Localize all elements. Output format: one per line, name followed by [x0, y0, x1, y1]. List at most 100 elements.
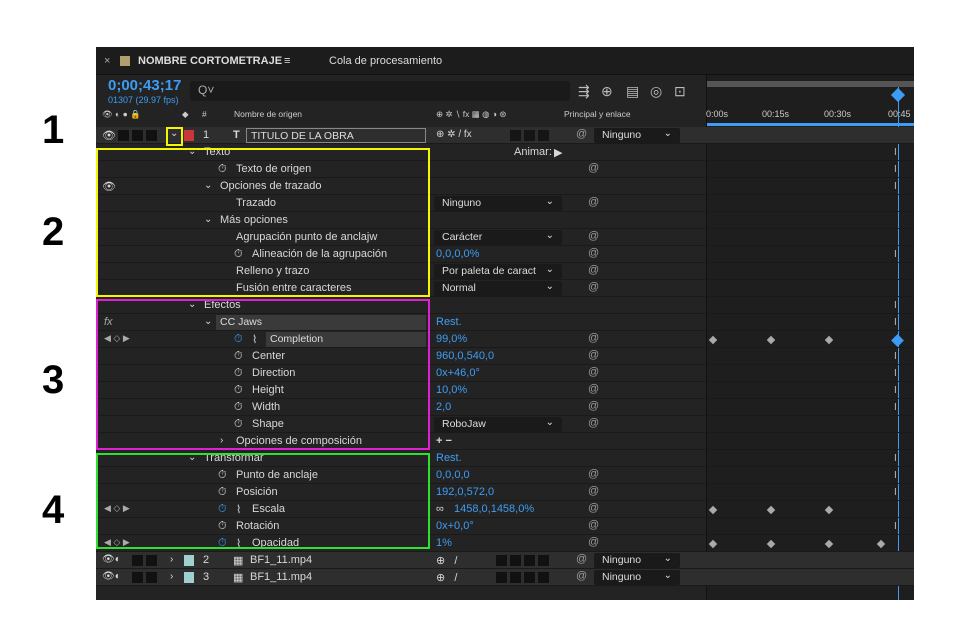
work-area-bar[interactable]	[707, 81, 914, 87]
group-texto[interactable]: Texto	[204, 146, 230, 158]
add-remove-mask-icon[interactable]: + −	[436, 435, 452, 447]
prop-width[interactable]: Width	[252, 401, 280, 413]
layer-switches-icon[interactable]: ⊕ /	[436, 554, 457, 567]
twirl-icon[interactable]: ⌄	[204, 180, 212, 191]
prop-height[interactable]: Height	[252, 384, 284, 396]
fx-icon[interactable]: fx	[104, 316, 113, 328]
prop-row[interactable]: Relleno y trazo Por paleta de caract ⌄ @	[96, 263, 914, 280]
prop-scale[interactable]: Escala	[252, 503, 285, 515]
playhead-handle[interactable]	[890, 87, 906, 103]
prop-row[interactable]: ⏱ Center 960,0,540,0 @	[96, 348, 914, 365]
group-more-options[interactable]: Más opciones	[220, 214, 288, 226]
tab-comp[interactable]: NOMBRE CORTOMETRAJE	[138, 55, 282, 67]
pickwhip-icon[interactable]: @	[588, 281, 599, 293]
graph-icon[interactable]: ⌇	[252, 333, 257, 346]
value-direction[interactable]: 0x+46,0°	[436, 367, 480, 379]
stopwatch-icon[interactable]: ⏱	[218, 163, 227, 176]
search-input[interactable]: Q˅	[190, 81, 570, 101]
stopwatch-active-icon[interactable]: ⏱	[218, 537, 227, 550]
pickwhip-icon[interactable]: @	[576, 570, 587, 582]
twirl-icon[interactable]: ⌄	[204, 214, 212, 225]
parent-select[interactable]: Ninguno ⌄	[594, 553, 680, 568]
lock-switch[interactable]	[146, 130, 157, 141]
prop-anchor-point[interactable]: Punto de anclaje	[236, 469, 318, 481]
switch-box[interactable]	[538, 555, 549, 566]
switch-box[interactable]	[496, 572, 507, 583]
value-height[interactable]: 10,0%	[436, 384, 467, 396]
switch-box[interactable]	[510, 130, 521, 141]
prop-row[interactable]: ⌄ Texto Animar: ▶	[96, 144, 914, 161]
pickwhip-icon[interactable]: @	[588, 485, 599, 497]
prop-row[interactable]: 👁 ⌄ Opciones de trazado	[96, 178, 914, 195]
prop-row[interactable]: ⏱ Width 2,0 @	[96, 399, 914, 416]
switch-box[interactable]	[496, 555, 507, 566]
prop-row[interactable]: ◀ ◇ ▶ ⏱ ⌇ Opacidad 1% @	[96, 535, 914, 552]
prop-row[interactable]: ⏱ Shape RoboJaw ⌄ @	[96, 416, 914, 433]
prop-grouping-alignment[interactable]: Alineación de la agrupación	[252, 248, 387, 260]
layer-row-1[interactable]: 👁 ⌄ 1 T TITULO DE LA OBRA ⊕ ✲ / fx @ Nin…	[96, 127, 914, 144]
prop-anchor-grouping[interactable]: Agrupación punto de anclajw	[236, 231, 377, 243]
lock-switch[interactable]	[146, 572, 157, 583]
layer-name[interactable]: TITULO DE LA OBRA	[246, 128, 426, 143]
chevron-right-icon[interactable]: ›	[220, 435, 223, 446]
prop-fill-stroke[interactable]: Relleno y trazo	[236, 265, 309, 277]
switch-box[interactable]	[538, 130, 549, 141]
twirl-icon[interactable]: ⌄	[204, 316, 212, 327]
value-opacity[interactable]: 1%	[436, 537, 452, 549]
keyframe-nav-icon[interactable]: ◀ ◇ ▶	[104, 503, 130, 514]
solo-switch[interactable]	[132, 572, 143, 583]
shy-icon[interactable]: ▤	[626, 83, 639, 100]
eye-audio-icon[interactable]: 👁◐	[102, 554, 121, 565]
prop-row[interactable]: ⏱ Punto de anclaje 0,0,0,0 @	[96, 467, 914, 484]
link-icon[interactable]: ∞	[436, 503, 444, 515]
stopwatch-icon[interactable]: ⏱	[234, 401, 243, 414]
group-path-options[interactable]: Opciones de trazado	[220, 180, 322, 192]
grouping-select[interactable]: Carácter ⌄	[434, 230, 562, 245]
stopwatch-active-icon[interactable]: ⏱	[234, 333, 243, 346]
value-scale[interactable]: 1458,0,1458,0%	[454, 503, 534, 515]
prop-row[interactable]: ◀ ◇ ▶ ⏱ ⌇ Escala ∞ 1458,0,1458,0% @	[96, 501, 914, 518]
value-anchor[interactable]: 0,0,0,0	[436, 469, 470, 481]
stopwatch-icon[interactable]: ⏱	[218, 486, 227, 499]
prop-row[interactable]: Trazado Ninguno ⌄ @	[96, 195, 914, 212]
pickwhip-icon[interactable]: @	[588, 519, 599, 531]
pickwhip-icon[interactable]: @	[588, 230, 599, 242]
prop-row[interactable]: fx ⌄ CC Jaws Rest.	[96, 314, 914, 331]
pickwhip-icon[interactable]: @	[588, 264, 599, 276]
prop-row[interactable]: ⌄ Efectos	[96, 297, 914, 314]
label-color[interactable]	[184, 130, 194, 141]
col-layer-name[interactable]: Nombre de origen	[234, 109, 302, 127]
path-select[interactable]: Ninguno ⌄	[434, 196, 562, 211]
value-center[interactable]: 960,0,540,0	[436, 350, 494, 362]
twirl-icon[interactable]: ⌄	[188, 146, 196, 157]
prop-opacity[interactable]: Opacidad	[252, 537, 299, 549]
motion-blur-icon[interactable]: ◎	[650, 83, 662, 100]
animate-menu-icon[interactable]: ▶	[554, 146, 562, 159]
group-transform[interactable]: Transformar	[204, 452, 264, 464]
effect-cc-jaws[interactable]: CC Jaws	[216, 315, 426, 330]
eye-icon[interactable]: 👁	[102, 129, 116, 142]
value-width[interactable]: 2,0	[436, 401, 451, 413]
shape-select[interactable]: RoboJaw ⌄	[434, 417, 562, 432]
chevron-right-icon[interactable]: ›	[170, 571, 173, 582]
stopwatch-icon[interactable]: ⏱	[218, 469, 227, 482]
pickwhip-icon[interactable]: @	[576, 553, 587, 565]
pickwhip-icon[interactable]: @	[588, 502, 599, 514]
chevron-right-icon[interactable]: ›	[170, 554, 173, 565]
graph-icon[interactable]: ⌇	[236, 503, 241, 516]
parent-select[interactable]: Ninguno ⌄	[594, 128, 680, 143]
switch-box[interactable]	[524, 555, 535, 566]
menu-icon[interactable]: ≡	[284, 55, 290, 67]
prop-row[interactable]: Agrupación punto de anclajw Carácter ⌄ @	[96, 229, 914, 246]
eye-icon[interactable]: 👁	[102, 180, 116, 193]
switch-box[interactable]	[510, 555, 521, 566]
layer-name[interactable]: BF1_11.mp4	[250, 554, 312, 566]
switch-box[interactable]	[510, 572, 521, 583]
stopwatch-icon[interactable]: ⏱	[234, 418, 243, 431]
draft-3d-icon[interactable]: ⊕	[601, 83, 613, 100]
prop-direction[interactable]: Direction	[252, 367, 295, 379]
prop-row[interactable]: › Opciones de composición + −	[96, 433, 914, 450]
timecode[interactable]: 0;00;43;17	[108, 77, 181, 94]
prop-row[interactable]: ⏱ Rotación 0x+0,0° @	[96, 518, 914, 535]
layer-name[interactable]: BF1_11.mp4	[250, 571, 312, 583]
